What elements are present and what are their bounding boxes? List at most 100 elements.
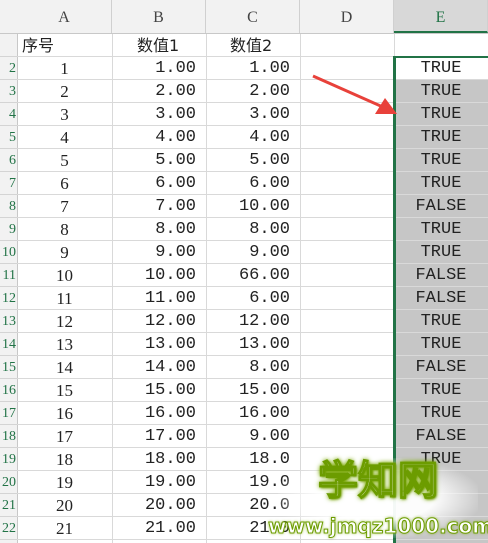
cell-b[interactable]: 3.00 <box>112 103 206 126</box>
cell-e[interactable]: TRUE <box>394 149 488 172</box>
cell-b[interactable]: 19.00 <box>112 471 206 494</box>
cell-c[interactable]: 12.00 <box>206 310 300 333</box>
column-header-c[interactable]: C <box>206 0 300 33</box>
cell-b[interactable]: 14.00 <box>112 356 206 379</box>
cell-c[interactable]: 66.00 <box>206 264 300 287</box>
row-header[interactable]: 22 <box>0 517 17 540</box>
cell-b[interactable]: 6.00 <box>112 172 206 195</box>
row-header[interactable]: 8 <box>0 195 17 218</box>
cell-b[interactable]: 18.00 <box>112 448 206 471</box>
cell-a[interactable]: 8 <box>17 218 112 241</box>
row-header[interactable]: 3 <box>0 80 17 103</box>
cell-c[interactable]: 9.00 <box>206 425 300 448</box>
cell-e[interactable]: TRUE <box>394 333 488 356</box>
cell-a[interactable]: 20 <box>17 494 112 517</box>
cell-c[interactable]: 6.00 <box>206 172 300 195</box>
column-header-d[interactable]: D <box>300 0 394 33</box>
cell-e[interactable]: TRUE <box>394 57 488 80</box>
header-cell-c[interactable]: 数值2 <box>230 34 272 57</box>
cell-a[interactable]: 6 <box>17 172 112 195</box>
row-header[interactable]: 20 <box>0 471 17 494</box>
row-header[interactable]: 19 <box>0 448 17 471</box>
row-header[interactable]: 11 <box>0 264 17 287</box>
cell-b[interactable]: 20.00 <box>112 494 206 517</box>
row-header[interactable]: 16 <box>0 379 17 402</box>
row-header[interactable]: 15 <box>0 356 17 379</box>
cell-c[interactable]: 1.00 <box>206 57 300 80</box>
cell-a[interactable]: 19 <box>17 471 112 494</box>
cell-e[interactable]: TRUE <box>394 172 488 195</box>
cell-e[interactable]: TRUE <box>394 379 488 402</box>
cell-a[interactable]: 14 <box>17 356 112 379</box>
cell-b[interactable]: 16.00 <box>112 402 206 425</box>
cell-a[interactable]: 18 <box>17 448 112 471</box>
cell-c[interactable]: 4.00 <box>206 126 300 149</box>
cell-a[interactable]: 3 <box>17 103 112 126</box>
cell-a[interactable]: 1 <box>17 57 112 80</box>
cell-e[interactable]: TRUE <box>394 310 488 333</box>
cell-b[interactable]: 4.00 <box>112 126 206 149</box>
cell-c[interactable]: 8.00 <box>206 356 300 379</box>
row-header[interactable]: 13 <box>0 310 17 333</box>
cell-a[interactable]: 9 <box>17 241 112 264</box>
cell-c[interactable]: 5.00 <box>206 149 300 172</box>
cell-e[interactable]: FALSE <box>394 195 488 218</box>
cell-c[interactable]: 3.00 <box>206 103 300 126</box>
cell-e[interactable]: TRUE <box>394 103 488 126</box>
header-cell-b[interactable]: 数值1 <box>137 34 179 57</box>
cell-e[interactable]: FALSE <box>394 287 488 310</box>
row-header[interactable] <box>0 34 17 57</box>
column-header-e[interactable]: E <box>394 0 488 33</box>
cell-b[interactable]: 1.00 <box>112 57 206 80</box>
cell-c[interactable]: 10.00 <box>206 195 300 218</box>
cell-b[interactable]: 5.00 <box>112 149 206 172</box>
cell-a[interactable]: 4 <box>17 126 112 149</box>
cell-c[interactable]: 15.00 <box>206 379 300 402</box>
row-header[interactable]: 18 <box>0 425 17 448</box>
cell-b[interactable]: 2.00 <box>112 80 206 103</box>
cell-c[interactable]: 16.00 <box>206 402 300 425</box>
cell-e[interactable]: TRUE <box>394 241 488 264</box>
row-header[interactable]: 12 <box>0 287 17 310</box>
cell-b[interactable]: 10.00 <box>112 264 206 287</box>
row-header[interactable]: 5 <box>0 126 17 149</box>
column-header-b[interactable]: B <box>112 0 206 33</box>
cell-a[interactable]: 10 <box>17 264 112 287</box>
header-cell-a[interactable]: 序号 <box>22 34 54 57</box>
cell-b[interactable]: 17.00 <box>112 425 206 448</box>
cell-a[interactable]: 2 <box>17 80 112 103</box>
cell-b[interactable]: 8.00 <box>112 218 206 241</box>
cell-e[interactable]: TRUE <box>394 218 488 241</box>
cell-e[interactable]: TRUE <box>394 402 488 425</box>
cell-a[interactable]: 13 <box>17 333 112 356</box>
cell-c[interactable]: 6.00 <box>206 287 300 310</box>
row-header[interactable]: 21 <box>0 494 17 517</box>
cell-b[interactable]: 7.00 <box>112 195 206 218</box>
row-header[interactable]: 4 <box>0 103 17 126</box>
cell-e[interactable]: FALSE <box>394 264 488 287</box>
row-header[interactable]: 9 <box>0 218 17 241</box>
cell-c[interactable]: 13.00 <box>206 333 300 356</box>
cell-a[interactable]: 7 <box>17 195 112 218</box>
cell-c[interactable]: 8.00 <box>206 218 300 241</box>
cell-a[interactable]: 16 <box>17 402 112 425</box>
cell-b[interactable]: 12.00 <box>112 310 206 333</box>
row-header[interactable]: 10 <box>0 241 17 264</box>
cell-b[interactable]: 15.00 <box>112 379 206 402</box>
cell-a[interactable]: 21 <box>17 517 112 540</box>
cell-a[interactable]: 17 <box>17 425 112 448</box>
cell-b[interactable]: 13.00 <box>112 333 206 356</box>
cell-a[interactable]: 5 <box>17 149 112 172</box>
cell-c[interactable]: 9.00 <box>206 241 300 264</box>
row-header[interactable]: 6 <box>0 149 17 172</box>
row-header[interactable]: 17 <box>0 402 17 425</box>
cell-a[interactable]: 15 <box>17 379 112 402</box>
cell-b[interactable]: 11.00 <box>112 287 206 310</box>
cell-c[interactable]: 2.00 <box>206 80 300 103</box>
cell-e[interactable]: TRUE <box>394 126 488 149</box>
row-header[interactable]: 2 <box>0 57 17 80</box>
row-header[interactable]: 7 <box>0 172 17 195</box>
cell-b[interactable]: 21.00 <box>112 517 206 540</box>
column-header-a[interactable]: A <box>17 0 112 33</box>
cell-e[interactable]: TRUE <box>394 80 488 103</box>
